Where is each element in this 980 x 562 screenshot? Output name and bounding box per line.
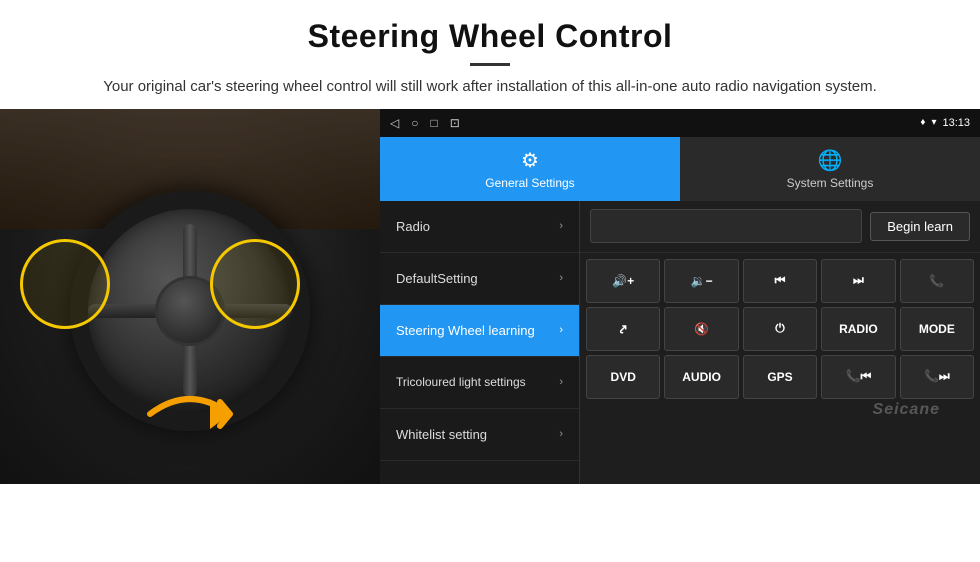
gps-button[interactable]: GPS xyxy=(743,355,817,399)
vol-down-icon: 🔉− xyxy=(691,274,713,288)
tel-prev-button[interactable]: 📞⏮ xyxy=(821,355,895,399)
screenshot-icon[interactable]: ⊡ xyxy=(450,116,460,130)
dvd-button[interactable]: DVD xyxy=(586,355,660,399)
prev-track-button[interactable]: ⏮ xyxy=(743,259,817,303)
begin-learn-row: Begin learn xyxy=(580,201,980,253)
prev-icon: ⏮ xyxy=(775,273,786,288)
tel-next-button[interactable]: 📞⏭ xyxy=(900,355,974,399)
audio-label: AUDIO xyxy=(682,370,721,384)
next-icon: ⏭ xyxy=(853,273,864,288)
vol-down-button[interactable]: 🔉− xyxy=(664,259,738,303)
settings-gear-icon: ⚙ xyxy=(521,148,539,173)
begin-learn-button[interactable]: Begin learn xyxy=(870,212,970,241)
tel-prev-icon: 📞⏮ xyxy=(846,369,872,384)
vol-up-button[interactable]: 🔊+ xyxy=(586,259,660,303)
menu-item-steering[interactable]: Steering Wheel learning › xyxy=(380,305,579,357)
phone-button[interactable]: 📞 xyxy=(900,259,974,303)
menu-steering-label: Steering Wheel learning xyxy=(396,323,559,338)
status-indicators: ♦ ▾ 13:13 xyxy=(920,117,970,129)
vol-up-icon: 🔊+ xyxy=(612,274,634,288)
gps-label: GPS xyxy=(767,370,792,384)
steering-wheel-bg xyxy=(0,109,380,484)
arrow-container xyxy=(140,374,260,454)
chevron-icon-tricoloured: › xyxy=(559,376,563,388)
dvd-label: DVD xyxy=(611,370,636,384)
title-divider xyxy=(470,63,510,66)
right-panel: Begin learn 🔊+ 🔉− ⏮ xyxy=(580,201,980,484)
mute-icon: 🔇 xyxy=(694,322,709,336)
button-row-1: 🔊+ 🔉− ⏮ ⏭ 📞 xyxy=(586,259,974,303)
menu-default-label: DefaultSetting xyxy=(396,271,559,286)
pointing-arrow xyxy=(140,374,260,454)
chevron-icon-whitelist: › xyxy=(559,428,563,440)
menu-radio-label: Radio xyxy=(396,219,559,234)
menu-item-radio[interactable]: Radio › xyxy=(380,201,579,253)
mute-button[interactable]: 🔇 xyxy=(664,307,738,351)
hang-up-icon: ↩ xyxy=(615,320,632,337)
page-title: Steering Wheel Control xyxy=(60,18,920,55)
phone-icon: 📞 xyxy=(929,274,944,288)
control-button-grid: 🔊+ 🔉− ⏮ ⏭ 📞 xyxy=(580,253,980,405)
recent-icon[interactable]: □ xyxy=(430,116,437,130)
next-track-button[interactable]: ⏭ xyxy=(821,259,895,303)
highlight-circle-right xyxy=(210,239,300,329)
menu-tricoloured-label: Tricoloured light settings xyxy=(396,375,559,389)
tab-system-settings[interactable]: 🌐 System Settings xyxy=(680,137,980,201)
radio-button[interactable]: RADIO xyxy=(821,307,895,351)
chevron-icon-radio: › xyxy=(559,220,563,232)
tel-next-icon: 📞⏭ xyxy=(924,369,950,384)
location-icon: ♦ xyxy=(920,117,925,128)
back-icon[interactable]: ◁ xyxy=(390,116,399,130)
power-button[interactable]: ⏻ xyxy=(743,307,817,351)
audio-button[interactable]: AUDIO xyxy=(664,355,738,399)
system-globe-icon: 🌐 xyxy=(818,148,843,173)
seicane-watermark: Seicane xyxy=(550,397,950,423)
top-section: Steering Wheel Control Your original car… xyxy=(0,0,980,109)
mode-button[interactable]: MODE xyxy=(900,307,974,351)
tabs-row: ⚙ General Settings 🌐 System Settings xyxy=(380,137,980,201)
hang-up-button[interactable]: ↩ xyxy=(586,307,660,351)
home-icon[interactable]: ○ xyxy=(411,116,418,130)
android-screen: ◁ ○ □ ⊡ ♦ ▾ 13:13 ⚙ General Settings 🌐 S… xyxy=(380,109,980,484)
chevron-icon-steering: › xyxy=(559,324,563,336)
page-subtitle: Your original car's steering wheel contr… xyxy=(60,76,920,99)
learn-input-field[interactable] xyxy=(590,209,862,243)
signal-icon: ▾ xyxy=(931,117,936,128)
content-area: ◁ ○ □ ⊡ ♦ ▾ 13:13 ⚙ General Settings 🌐 S… xyxy=(0,109,980,484)
tab-system-label: System Settings xyxy=(787,176,874,190)
chevron-icon-default: › xyxy=(559,272,563,284)
screen-content: Radio › DefaultSetting › Steering Wheel … xyxy=(380,201,980,484)
radio-label: RADIO xyxy=(839,322,878,336)
power-icon: ⏻ xyxy=(775,321,785,336)
steering-wheel-image xyxy=(0,109,380,484)
menu-item-default[interactable]: DefaultSetting › xyxy=(380,253,579,305)
button-row-2: ↩ 🔇 ⏻ RADIO MODE xyxy=(586,307,974,351)
menu-whitelist-label: Whitelist setting xyxy=(396,427,559,442)
clock: 13:13 xyxy=(942,117,970,129)
highlight-circle-left xyxy=(20,239,110,329)
button-row-3: DVD AUDIO GPS 📞⏮ 📞⏭ xyxy=(586,355,974,399)
tab-general-settings[interactable]: ⚙ General Settings xyxy=(380,137,680,201)
left-menu: Radio › DefaultSetting › Steering Wheel … xyxy=(380,201,580,484)
tab-general-label: General Settings xyxy=(485,176,574,190)
status-bar: ◁ ○ □ ⊡ ♦ ▾ 13:13 xyxy=(380,109,980,137)
nav-icons: ◁ ○ □ ⊡ xyxy=(390,116,460,130)
mode-label: MODE xyxy=(919,322,955,336)
